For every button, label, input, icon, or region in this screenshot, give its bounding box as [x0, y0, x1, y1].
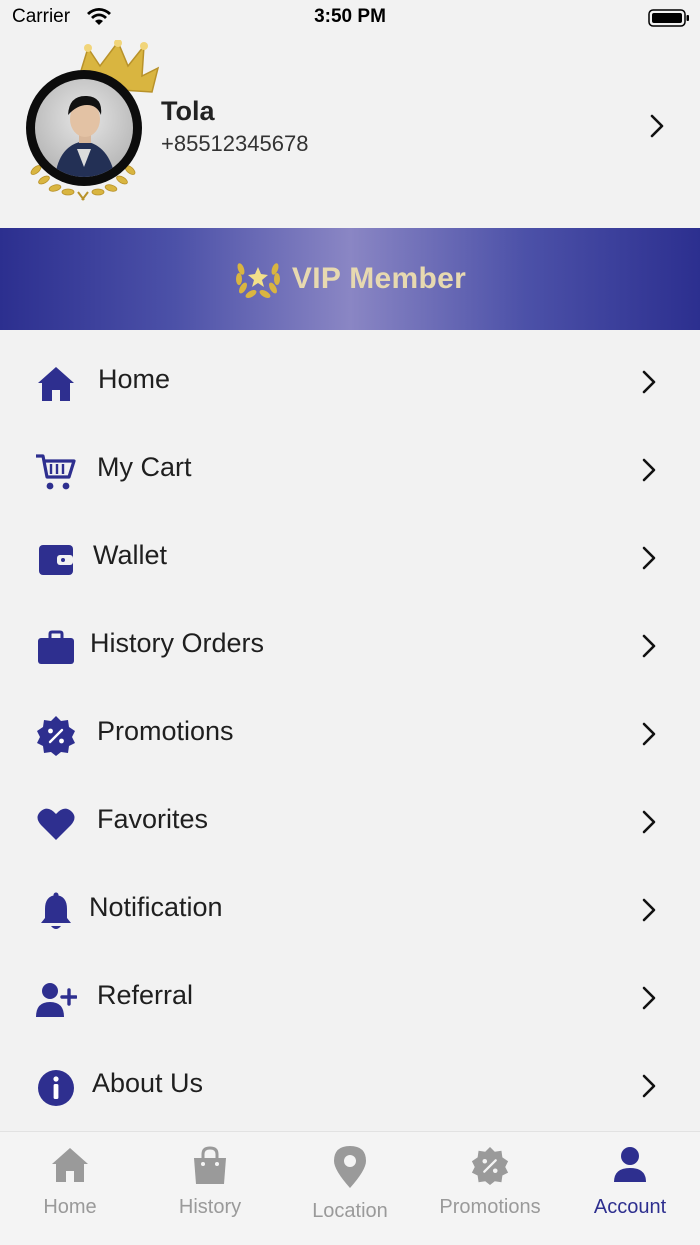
menu-item-wallet[interactable]: Wallet [0, 514, 700, 602]
menu-item-label: Promotions [97, 716, 234, 746]
menu-item-label: Wallet [93, 540, 168, 570]
account-icon [560, 1146, 700, 1184]
menu-item-referral[interactable]: Referral [0, 954, 700, 1042]
chevron-right-icon [650, 114, 664, 143]
menu-item-label: History Orders [90, 628, 265, 658]
home-icon [34, 362, 78, 406]
chevron-right-icon [642, 546, 656, 575]
wallet-icon [34, 538, 78, 582]
chevron-right-icon [642, 370, 656, 399]
menu-item-label: Home [98, 364, 171, 394]
chevron-right-icon [642, 810, 656, 839]
cart-icon [34, 450, 78, 494]
avatar-frame [26, 70, 142, 186]
promotion-badge-icon [420, 1146, 560, 1186]
profile-header[interactable]: Tola +85512345678 [0, 36, 700, 228]
menu-item-about-us[interactable]: About Us [0, 1042, 700, 1130]
shopping-bag-icon [140, 1146, 280, 1186]
vip-laurel-icon [234, 255, 282, 304]
chevron-right-icon [642, 1074, 656, 1103]
vip-banner: VIP Member [0, 228, 700, 330]
status-time: 3:50 PM [314, 6, 386, 27]
menu-item-my-cart[interactable]: My Cart [0, 426, 700, 514]
menu-item-home[interactable]: Home [0, 338, 700, 426]
avatar-image [35, 79, 133, 177]
menu-item-label: Favorites [97, 804, 209, 834]
chevron-right-icon [642, 634, 656, 663]
battery-icon [648, 8, 690, 33]
bell-icon [34, 890, 78, 934]
menu-item-promotions[interactable]: Promotions [0, 690, 700, 778]
account-menu: Home My Cart Wallet History Orders Promo… [0, 338, 700, 1130]
tab-label: History [178, 1196, 242, 1218]
profile-name: Tola [161, 96, 215, 126]
chevron-right-icon [642, 722, 656, 751]
location-pin-icon [280, 1144, 420, 1190]
menu-item-label: Referral [97, 980, 194, 1010]
menu-item-label: Notification [89, 892, 223, 922]
tab-label: Location [312, 1200, 388, 1222]
tab-label: Promotions [439, 1196, 541, 1218]
menu-item-favorites[interactable]: Favorites [0, 778, 700, 866]
bottom-tab-bar: Home History Location Promotions Account [0, 1131, 700, 1245]
avatar[interactable] [20, 40, 170, 205]
chevron-right-icon [642, 986, 656, 1015]
heart-icon [34, 802, 78, 846]
menu-item-label: My Cart [97, 452, 192, 482]
profile-phone: +85512345678 [161, 131, 309, 156]
chevron-right-icon [642, 898, 656, 927]
menu-item-label: About Us [92, 1068, 204, 1098]
vip-label: VIP Member [291, 262, 467, 295]
status-bar: Carrier 3:50 PM [0, 0, 700, 36]
briefcase-icon [34, 626, 78, 670]
menu-item-notification[interactable]: Notification [0, 866, 700, 954]
add-user-icon [34, 978, 78, 1022]
home-icon [0, 1146, 140, 1184]
tab-account[interactable]: Account [560, 1132, 700, 1245]
tab-home[interactable]: Home [0, 1132, 140, 1245]
tab-promotions[interactable]: Promotions [420, 1132, 560, 1245]
tab-label: Home [43, 1196, 97, 1218]
info-icon [34, 1066, 78, 1110]
tab-label: Account [593, 1196, 667, 1218]
menu-item-history-orders[interactable]: History Orders [0, 602, 700, 690]
chevron-right-icon [642, 458, 656, 487]
promotion-badge-icon [34, 714, 78, 758]
tab-history[interactable]: History [140, 1132, 280, 1245]
tab-location[interactable]: Location [280, 1132, 420, 1245]
